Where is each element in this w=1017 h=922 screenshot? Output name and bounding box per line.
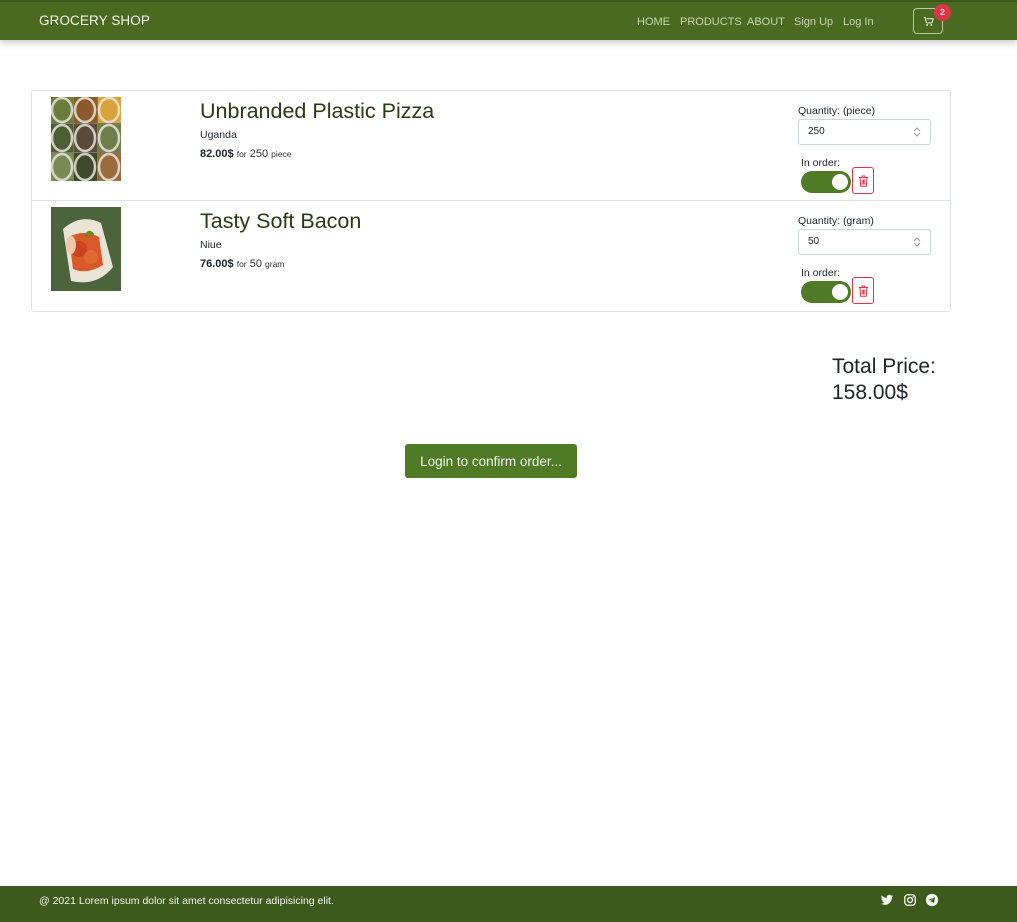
toggle-knob [832, 174, 848, 190]
spinner-icon[interactable] [913, 127, 921, 137]
product-price-line: 76.00$ for 50 gram [200, 258, 284, 270]
product-origin: Niue [200, 239, 222, 251]
price-for-text: for [236, 259, 247, 269]
login-to-confirm-button[interactable]: Login to confirm order... [405, 444, 577, 478]
cart-button[interactable]: 2 [913, 4, 951, 34]
nav-link-signup[interactable]: Sign Up [794, 16, 833, 28]
in-order-toggle[interactable] [801, 171, 851, 193]
price-for-text: for [236, 149, 247, 159]
product-image-produce-bag [51, 207, 121, 291]
nav-link-home[interactable]: HOME [637, 16, 670, 28]
trash-icon [859, 175, 868, 187]
product-price: 76.00$ [200, 258, 234, 270]
delete-button[interactable] [852, 277, 874, 304]
total-price-value: 158.00$ [832, 381, 908, 404]
product-price-line: 82.00$ for 250 piece [200, 148, 291, 160]
navbar: GROCERY SHOP HOME PRODUCTS ABOUT Sign Up… [0, 0, 1017, 40]
spinner-icon[interactable] [913, 237, 921, 247]
total-price-label: Total Price: [832, 355, 936, 378]
in-order-label: In order: [801, 267, 841, 279]
quantity-label: Quantity: (piece) [798, 105, 876, 117]
quantity-label: Quantity: (gram) [798, 215, 874, 227]
price-unit: piece [271, 149, 292, 159]
product-price: 82.00$ [200, 148, 234, 160]
delete-button[interactable] [852, 167, 874, 194]
cart-table: Unbranded Plastic Pizza Uganda 82.00$ fo… [31, 90, 951, 312]
price-amount: 250 [249, 148, 269, 160]
cart-count-badge: 2 [934, 4, 951, 21]
quantity-value: 250 [808, 126, 825, 137]
product-name[interactable]: Tasty Soft Bacon [200, 209, 361, 234]
in-order-toggle[interactable] [801, 281, 851, 303]
in-order-label: In order: [801, 157, 841, 169]
price-unit: gram [265, 259, 285, 269]
cart-item-row: Unbranded Plastic Pizza Uganda 82.00$ fo… [32, 91, 950, 201]
product-origin: Uganda [200, 129, 237, 141]
twitter-icon[interactable] [880, 893, 894, 907]
telegram-icon[interactable] [925, 893, 939, 907]
cart-item-row: Tasty Soft Bacon Niue 76.00$ for 50 gram… [32, 201, 950, 311]
instagram-icon[interactable] [903, 893, 917, 907]
cart-icon [923, 16, 934, 26]
product-name[interactable]: Unbranded Plastic Pizza [200, 99, 434, 124]
footer: @ 2021 Lorem ipsum dolor sit amet consec… [0, 886, 1017, 922]
nav-link-login[interactable]: Log In [843, 16, 874, 28]
quantity-value: 50 [808, 236, 820, 247]
price-amount: 50 [249, 258, 262, 270]
product-image-spices [51, 97, 121, 181]
footer-copyright: @ 2021 Lorem ipsum dolor sit amet consec… [39, 895, 334, 907]
nav-link-about[interactable]: ABOUT [747, 16, 785, 28]
toggle-knob [832, 284, 848, 300]
trash-icon [859, 285, 868, 297]
quantity-input[interactable]: 50 [798, 229, 931, 255]
brand-logo[interactable]: GROCERY SHOP [39, 13, 150, 28]
nav-link-products[interactable]: PRODUCTS [680, 16, 742, 28]
quantity-input[interactable]: 250 [798, 119, 931, 145]
